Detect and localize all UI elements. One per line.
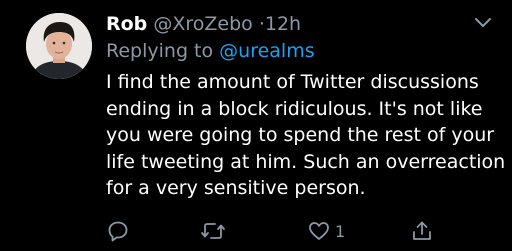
author-name[interactable]: Rob (106, 13, 147, 35)
author-handle[interactable]: @XroZebo (153, 13, 252, 35)
tweet-actions: 1 (0, 216, 512, 246)
replying-to-label: Replying to (106, 40, 220, 62)
reply-icon (106, 219, 130, 243)
avatar[interactable] (26, 13, 92, 79)
share-button[interactable] (410, 216, 434, 246)
like-count: 1 (335, 221, 346, 241)
tweet-timestamp[interactable]: 12h (265, 13, 301, 35)
heart-icon (307, 219, 331, 243)
replying-to-line: Replying to @urealms (106, 39, 315, 63)
chevron-down-icon[interactable] (472, 14, 494, 32)
tweet[interactable]: Rob @XroZebo ·12h Replying to @urealms I… (0, 0, 512, 251)
like-button[interactable]: 1 (307, 216, 345, 246)
retweet-button[interactable] (200, 216, 226, 246)
tweet-header: Rob @XroZebo ·12h (106, 12, 301, 36)
share-icon (410, 219, 434, 243)
retweet-icon (200, 219, 226, 243)
reply-button[interactable] (106, 216, 130, 246)
tweet-text: I find the amount of Twitter discussions… (106, 71, 506, 199)
avatar-image (26, 13, 92, 79)
reply-target-link[interactable]: @urealms (219, 40, 314, 62)
